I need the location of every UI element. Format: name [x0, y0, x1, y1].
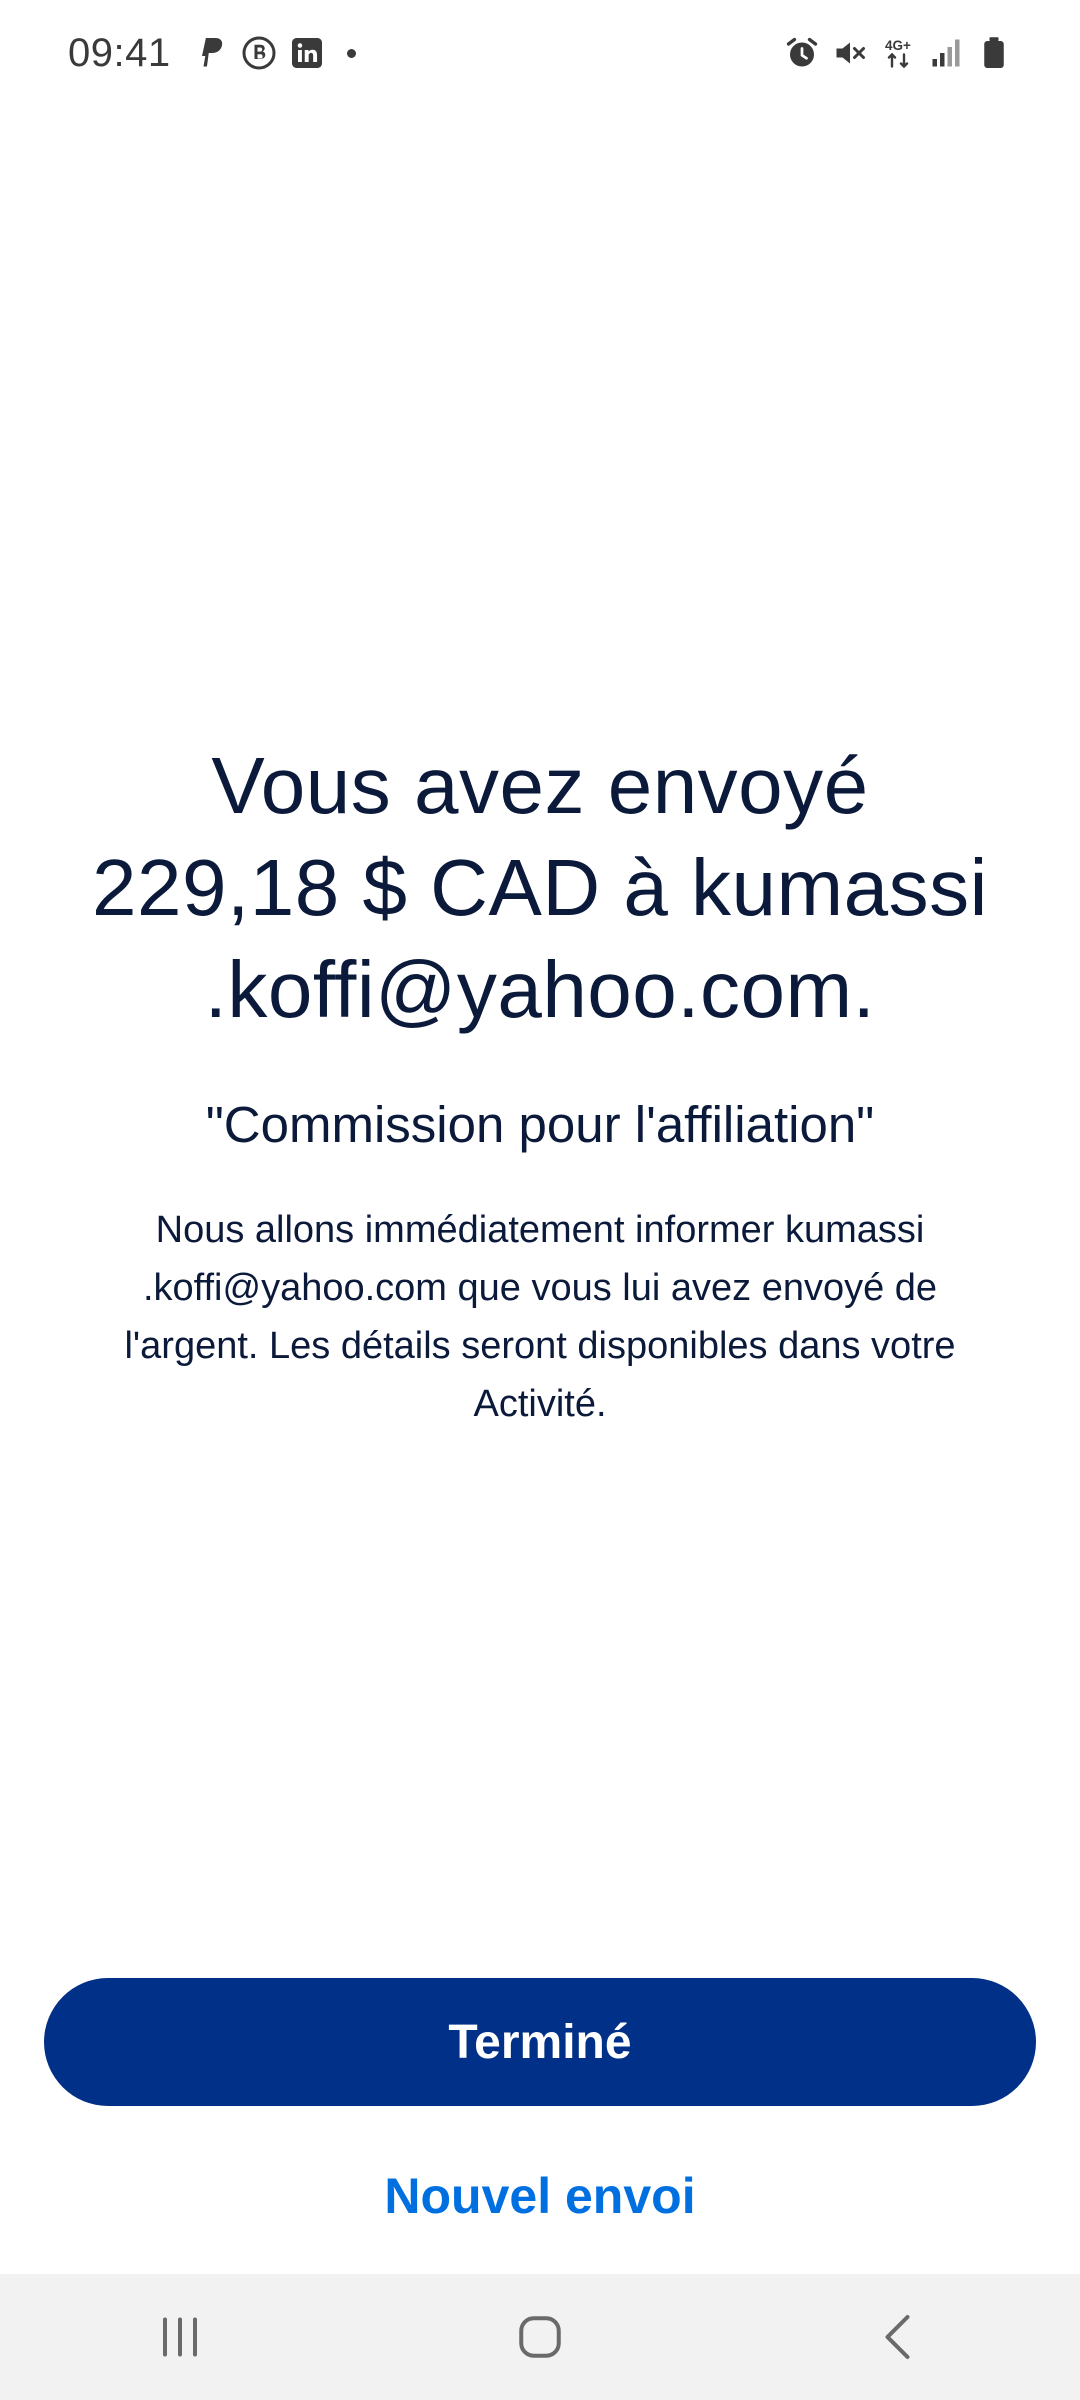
- info-line: Activité.: [473, 1383, 607, 1425]
- mute-icon: [832, 35, 868, 71]
- network-4g-icon: 4G+: [880, 35, 916, 71]
- b-circle-icon: [241, 35, 277, 71]
- info-line: .koffi@yahoo.com que vous lui avez envoy…: [142, 1267, 938, 1309]
- notification-icons: [193, 35, 356, 71]
- back-button[interactable]: [840, 2287, 960, 2387]
- battery-icon: [976, 35, 1012, 71]
- linkedin-icon: [289, 35, 325, 71]
- recent-apps-button[interactable]: [120, 2287, 240, 2387]
- back-icon: [885, 2315, 910, 2359]
- headline-line: 229,18 $ CAD à kumassi: [92, 843, 988, 932]
- navigation-bar: [0, 2274, 1080, 2400]
- confirmation-content: Vous avez envoyé 229,18 $ CAD à kumassi …: [0, 735, 1080, 1433]
- status-bar: 09:41 4G+: [0, 0, 1080, 106]
- notification-dot-icon: [346, 48, 356, 58]
- signal-icon: [928, 35, 964, 71]
- info-line: l'argent. Les détails seront disponibles…: [124, 1325, 956, 1367]
- system-icons: 4G+: [784, 35, 1012, 71]
- svg-text:4G+: 4G+: [885, 38, 911, 53]
- confirmation-headline: Vous avez envoyé 229,18 $ CAD à kumassi …: [60, 735, 1020, 1041]
- alarm-icon: [784, 35, 820, 71]
- info-line: Nous allons immédiatement informer kumas…: [155, 1209, 925, 1251]
- headline-line: .koffi@yahoo.com.: [204, 945, 876, 1034]
- status-time: 09:41: [68, 30, 171, 75]
- new-send-link[interactable]: Nouvel envoi: [0, 2160, 1080, 2232]
- done-button[interactable]: Terminé: [44, 1978, 1036, 2106]
- home-icon: [519, 2316, 561, 2358]
- payment-note: "Commission pour l'affiliation": [205, 1096, 875, 1153]
- headline-line: Vous avez envoyé: [211, 741, 869, 830]
- paypal-icon: [193, 35, 229, 71]
- home-button[interactable]: [480, 2287, 600, 2387]
- info-text: Nous allons immédiatement informer kumas…: [60, 1201, 1020, 1433]
- recent-apps-icon: [163, 2317, 197, 2357]
